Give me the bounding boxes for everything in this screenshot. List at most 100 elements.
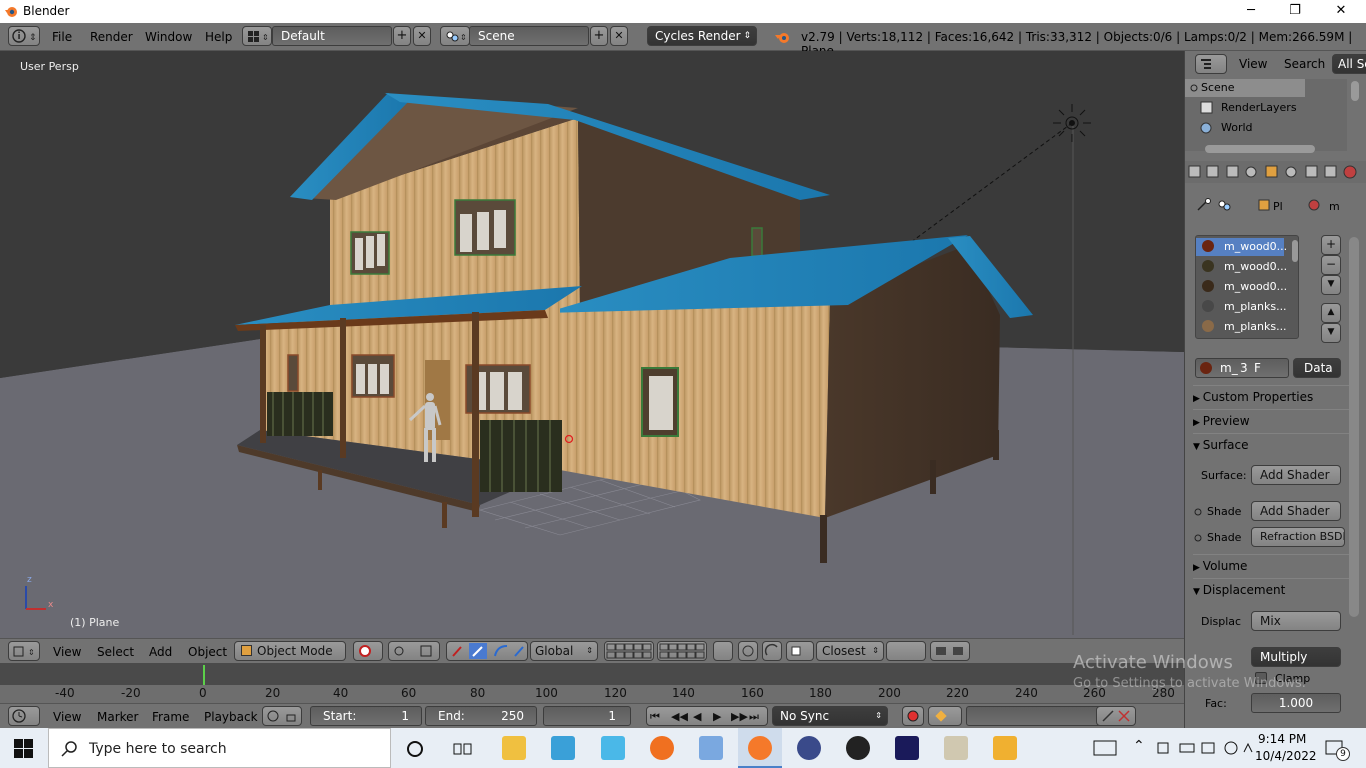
properties-tabs[interactable] xyxy=(1185,161,1366,183)
menu-help[interactable]: Help xyxy=(205,30,232,44)
outliner-item-renderlayers[interactable]: RenderLayers xyxy=(1221,101,1297,114)
outliner[interactable]: View Search All Sc Scene RenderLayers Wo… xyxy=(1185,51,1366,157)
close-button[interactable]: ✕ xyxy=(1318,0,1364,23)
delete-scene-icon[interactable]: ✕ xyxy=(610,26,628,46)
snap-target-dropdown[interactable]: Closest ⇕ xyxy=(816,641,884,661)
pin-icon[interactable] xyxy=(1195,197,1215,213)
scene-name-field[interactable]: Scene xyxy=(469,26,589,46)
menu-add[interactable]: Add xyxy=(149,645,172,659)
timeline-track[interactable] xyxy=(0,663,1184,685)
menu-select[interactable]: Select xyxy=(97,645,134,659)
socket-icon[interactable] xyxy=(1193,533,1203,543)
editor-type-3d-button[interactable]: ⇕ xyxy=(8,641,40,661)
keying-set-button[interactable] xyxy=(928,706,962,726)
sync-dropdown[interactable]: No Sync ⇕ xyxy=(772,706,888,726)
surface-shader-dropdown[interactable]: Add Shader xyxy=(1251,465,1341,485)
insert-delete-keyframe-buttons[interactable] xyxy=(1096,706,1136,726)
orientation-dropdown[interactable]: Global ⇕ xyxy=(530,641,598,661)
move-slot-down-button[interactable]: ▼ xyxy=(1321,323,1341,343)
material-slot-item[interactable]: m_planks... xyxy=(1224,300,1287,313)
menu-timeline-view[interactable]: View xyxy=(53,710,81,724)
layer-buttons-1[interactable] xyxy=(604,641,654,661)
snap-options-buttons[interactable] xyxy=(886,641,926,661)
layer-buttons-2[interactable] xyxy=(657,641,707,661)
chevron-up-icon[interactable]: ⌃ xyxy=(1133,738,1145,754)
menu-render[interactable]: Render xyxy=(90,30,133,44)
menu-file[interactable]: File xyxy=(52,30,72,44)
pivot-manipulator-group[interactable] xyxy=(388,641,440,661)
mode-dropdown[interactable]: Object Mode xyxy=(234,641,346,661)
dolphin-app-icon[interactable] xyxy=(551,736,575,760)
slot-specials-button[interactable]: ▼ xyxy=(1321,275,1341,295)
material-slot-item[interactable]: m_wood0... xyxy=(1224,280,1287,293)
file-explorer-icon[interactable] xyxy=(502,736,526,760)
cortana-icon[interactable] xyxy=(406,740,424,758)
record-button[interactable] xyxy=(902,706,924,726)
minimize-button[interactable]: ─ xyxy=(1228,0,1274,23)
firefox-icon[interactable] xyxy=(650,736,674,760)
panel-surface[interactable]: ▼ Surface xyxy=(1193,433,1353,455)
snap-toggle-button[interactable] xyxy=(762,641,782,661)
editor-type-timeline-button[interactable] xyxy=(8,706,40,726)
outliner-h-scrollbar[interactable] xyxy=(1205,145,1315,153)
lock-layers-button[interactable] xyxy=(713,641,733,661)
app-icon[interactable] xyxy=(895,736,919,760)
material-slot-item[interactable]: m_planks... xyxy=(1224,320,1287,333)
material-slot-item[interactable]: m_wood0... xyxy=(1224,260,1287,273)
menu-playback[interactable]: Playback xyxy=(204,710,258,724)
panel-preview[interactable]: ▶ Preview xyxy=(1193,409,1353,431)
fake-user-toggle[interactable]: F xyxy=(1254,359,1261,377)
panel-volume[interactable]: ▶ Volume xyxy=(1193,554,1353,576)
start-frame-field[interactable]: Start: 1 xyxy=(310,706,422,726)
outliner-tree[interactable]: Scene RenderLayers World xyxy=(1185,79,1347,151)
material-slot-item[interactable]: m_wood0... xyxy=(1224,240,1287,253)
slot-list-scrollbar[interactable] xyxy=(1292,240,1298,262)
end-frame-field[interactable]: End: 250 xyxy=(425,706,537,726)
current-frame-marker[interactable] xyxy=(203,665,205,685)
editor-type-outliner-button[interactable] xyxy=(1195,54,1227,74)
menu-outliner-view[interactable]: View xyxy=(1239,57,1267,71)
keying-set-field[interactable] xyxy=(966,706,1106,726)
preview-range-buttons[interactable] xyxy=(262,706,302,726)
outliner-item-world[interactable]: World xyxy=(1221,121,1253,134)
add-screen-icon[interactable]: + xyxy=(393,26,411,46)
displacement-dropdown[interactable]: Mix xyxy=(1251,611,1341,631)
menu-outliner-search[interactable]: Search xyxy=(1284,57,1325,71)
windows-start-icon[interactable] xyxy=(14,739,34,759)
delete-screen-icon[interactable]: ✕ xyxy=(413,26,431,46)
screen-layout-name-field[interactable]: Default xyxy=(272,26,392,46)
scene-selector[interactable]: ⇕ xyxy=(440,26,470,46)
material-slot-list[interactable]: m_wood0... m_wood0... m_wood0... m_plank… xyxy=(1195,235,1299,339)
paint-app-icon[interactable] xyxy=(944,736,968,760)
playback-controls[interactable]: ⏮ ◀◀ ◀ ▶ ▶▶ ⏭ xyxy=(646,706,768,726)
shade1-dropdown[interactable]: Add Shader xyxy=(1251,501,1341,521)
taskbar-search-box[interactable]: Type here to search xyxy=(48,728,391,768)
system-tray-icons[interactable] xyxy=(1156,740,1256,756)
unreal-engine-icon[interactable] xyxy=(846,736,870,760)
keyboard-icon[interactable] xyxy=(1093,740,1117,756)
proportional-edit-button[interactable] xyxy=(738,641,758,661)
link-data-dropdown[interactable]: Data xyxy=(1293,358,1341,378)
screen-layout-selector[interactable]: ⇕ xyxy=(242,26,272,46)
panel-displacement[interactable]: ▼ Displacement xyxy=(1193,578,1353,600)
task-view-icon[interactable] xyxy=(453,740,473,758)
network-app-icon[interactable] xyxy=(601,736,625,760)
blend-mode-dropdown[interactable]: Multiply xyxy=(1251,647,1341,667)
outliner-filter-dropdown[interactable]: All Sc xyxy=(1332,54,1366,74)
app-icon[interactable] xyxy=(797,736,821,760)
panel-custom-properties[interactable]: ▶ Custom Properties xyxy=(1193,385,1353,407)
clock-date[interactable]: 10/4/2022 xyxy=(1255,749,1317,763)
shading-dropdown[interactable] xyxy=(353,641,383,661)
shade2-dropdown[interactable]: Refraction BSDF xyxy=(1251,527,1345,547)
3d-viewport[interactable]: User Persp z x (1) Plane xyxy=(0,51,1184,638)
editor-type-info-button[interactable]: ⇕ xyxy=(8,26,40,46)
snap-element-dropdown[interactable] xyxy=(786,641,814,661)
menu-window[interactable]: Window xyxy=(145,30,192,44)
add-slot-button[interactable]: + xyxy=(1321,235,1341,255)
material-datablock-field[interactable]: m_ 3 F xyxy=(1195,358,1289,378)
menu-marker[interactable]: Marker xyxy=(97,710,138,724)
menu-view[interactable]: View xyxy=(53,645,81,659)
render-engine-dropdown[interactable]: Cycles Render ⇕ xyxy=(647,26,757,46)
media-app-icon[interactable] xyxy=(993,736,1017,760)
blender-taskbar-button[interactable] xyxy=(738,728,782,768)
